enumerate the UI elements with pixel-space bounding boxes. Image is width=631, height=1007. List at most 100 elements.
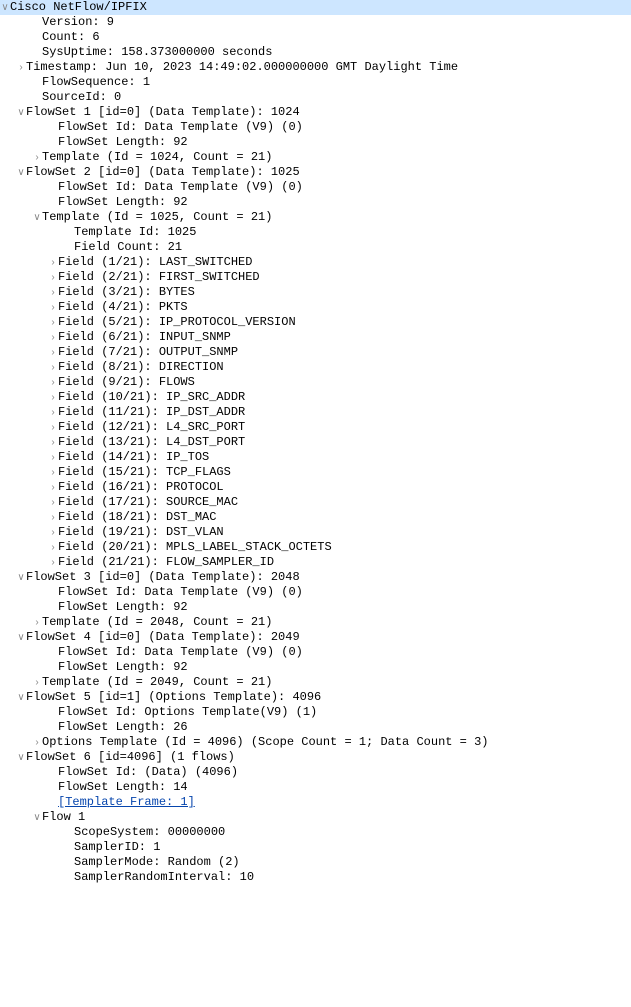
field-flowsequence: FlowSequence: 1 [0,75,631,90]
tree-label: Field (21/21): FLOW_SAMPLER_ID [58,555,274,570]
template-field[interactable]: ›Field (16/21): PROTOCOL [0,480,631,495]
expander-closed-icon[interactable]: › [48,450,58,465]
expander-closed-icon[interactable]: › [32,150,42,165]
flowset-length: FlowSet Length: 26 [0,720,631,735]
field-sourceid: SourceId: 0 [0,90,631,105]
expander-closed-icon[interactable]: › [48,465,58,480]
root-node[interactable]: ∨Cisco NetFlow/IPFIX [0,0,631,15]
template-field[interactable]: ›Field (18/21): DST_MAC [0,510,631,525]
template-frame-link[interactable]: [Template Frame: 1] [0,795,631,810]
flowset-id: FlowSet Id: Options Template(V9) (1) [0,705,631,720]
expander-closed-icon[interactable]: › [48,540,58,555]
template-node[interactable]: ›Template (Id = 2049, Count = 21) [0,675,631,690]
flow-scopesystem: ScopeSystem: 00000000 [0,825,631,840]
template-field[interactable]: ›Field (11/21): IP_DST_ADDR [0,405,631,420]
template-field[interactable]: ›Field (10/21): IP_SRC_ADDR [0,390,631,405]
expander-closed-icon[interactable]: › [48,420,58,435]
expander-open-icon[interactable]: ∨ [16,570,26,585]
flow-node[interactable]: ∨Flow 1 [0,810,631,825]
tree-label: Field Count: 21 [74,240,182,255]
expander-closed-icon[interactable]: › [48,360,58,375]
tree-label: Field (13/21): L4_DST_PORT [58,435,245,450]
expander-open-icon[interactable]: ∨ [0,0,10,15]
expander-closed-icon[interactable]: › [32,735,42,750]
expander-closed-icon[interactable]: › [48,495,58,510]
packet-tree: ∨Cisco NetFlow/IPFIXVersion: 9Count: 6Sy… [0,0,631,885]
flow-samplerinterval: SamplerRandomInterval: 10 [0,870,631,885]
expander-closed-icon[interactable]: › [48,330,58,345]
tree-label: FlowSet Length: 92 [58,600,188,615]
expander-closed-icon[interactable]: › [48,405,58,420]
flowset-6[interactable]: ∨FlowSet 6 [id=4096] (1 flows) [0,750,631,765]
template-field[interactable]: ›Field (12/21): L4_SRC_PORT [0,420,631,435]
tree-label: FlowSet 6 [id=4096] (1 flows) [26,750,235,765]
expander-closed-icon[interactable]: › [48,300,58,315]
flowset-2[interactable]: ∨FlowSet 2 [id=0] (Data Template): 1025 [0,165,631,180]
tree-label: Field (18/21): DST_MAC [58,510,216,525]
expander-open-icon[interactable]: ∨ [16,750,26,765]
template-frame-link[interactable]: [Template Frame: 1] [58,795,195,810]
template-field[interactable]: ›Field (19/21): DST_VLAN [0,525,631,540]
template-field[interactable]: ›Field (4/21): PKTS [0,300,631,315]
flowset-4[interactable]: ∨FlowSet 4 [id=0] (Data Template): 2049 [0,630,631,645]
expander-closed-icon[interactable]: › [48,270,58,285]
expander-closed-icon[interactable]: › [48,555,58,570]
tree-label: FlowSet 2 [id=0] (Data Template): 1025 [26,165,300,180]
flowset-length: FlowSet Length: 14 [0,780,631,795]
expander-closed-icon[interactable]: › [48,375,58,390]
expander-closed-icon[interactable]: › [48,315,58,330]
tree-label: Field (1/21): LAST_SWITCHED [58,255,252,270]
tree-label: Version: 9 [42,15,114,30]
template-field[interactable]: ›Field (17/21): SOURCE_MAC [0,495,631,510]
template-node[interactable]: ›Template (Id = 1024, Count = 21) [0,150,631,165]
template-node[interactable]: ›Template (Id = 2048, Count = 21) [0,615,631,630]
tree-label: Field (20/21): MPLS_LABEL_STACK_OCTETS [58,540,332,555]
expander-open-icon[interactable]: ∨ [16,690,26,705]
template-field[interactable]: ›Field (2/21): FIRST_SWITCHED [0,270,631,285]
template-field[interactable]: ›Field (21/21): FLOW_SAMPLER_ID [0,555,631,570]
expander-closed-icon[interactable]: › [48,435,58,450]
template-node[interactable]: ∨Template (Id = 1025, Count = 21) [0,210,631,225]
expander-open-icon[interactable]: ∨ [32,210,42,225]
template-field[interactable]: ›Field (13/21): L4_DST_PORT [0,435,631,450]
template-field[interactable]: ›Field (9/21): FLOWS [0,375,631,390]
expander-closed-icon[interactable]: › [48,390,58,405]
expander-open-icon[interactable]: ∨ [16,105,26,120]
options-template-node[interactable]: ›Options Template (Id = 4096) (Scope Cou… [0,735,631,750]
expander-closed-icon[interactable]: › [48,255,58,270]
flowset-5[interactable]: ∨FlowSet 5 [id=1] (Options Template): 40… [0,690,631,705]
tree-label: Field (4/21): PKTS [58,300,188,315]
expander-closed-icon[interactable]: › [48,480,58,495]
expander-closed-icon[interactable]: › [48,510,58,525]
expander-closed-icon[interactable]: › [48,345,58,360]
tree-label: Field (7/21): OUTPUT_SNMP [58,345,238,360]
tree-label: Template (Id = 2048, Count = 21) [42,615,272,630]
expander-open-icon[interactable]: ∨ [16,630,26,645]
template-field[interactable]: ›Field (15/21): TCP_FLAGS [0,465,631,480]
template-field[interactable]: ›Field (3/21): BYTES [0,285,631,300]
expander-closed-icon[interactable]: › [48,285,58,300]
template-field[interactable]: ›Field (7/21): OUTPUT_SNMP [0,345,631,360]
expander-closed-icon[interactable]: › [32,615,42,630]
flowset-1[interactable]: ∨FlowSet 1 [id=0] (Data Template): 1024 [0,105,631,120]
expander-closed-icon[interactable]: › [16,60,26,75]
tree-label: Flow 1 [42,810,85,825]
expander-closed-icon[interactable]: › [48,525,58,540]
flowset-length: FlowSet Length: 92 [0,600,631,615]
flowset-3[interactable]: ∨FlowSet 3 [id=0] (Data Template): 2048 [0,570,631,585]
template-field[interactable]: ›Field (1/21): LAST_SWITCHED [0,255,631,270]
template-field[interactable]: ›Field (14/21): IP_TOS [0,450,631,465]
expander-closed-icon[interactable]: › [32,675,42,690]
field-timestamp[interactable]: ›Timestamp: Jun 10, 2023 14:49:02.000000… [0,60,631,75]
tree-label: Field (2/21): FIRST_SWITCHED [58,270,260,285]
tree-label: Field (6/21): INPUT_SNMP [58,330,231,345]
tree-label: Field (10/21): IP_SRC_ADDR [58,390,245,405]
template-field[interactable]: ›Field (8/21): DIRECTION [0,360,631,375]
tree-label: FlowSet Length: 92 [58,195,188,210]
expander-open-icon[interactable]: ∨ [32,810,42,825]
flowset-id: FlowSet Id: Data Template (V9) (0) [0,585,631,600]
expander-open-icon[interactable]: ∨ [16,165,26,180]
template-field[interactable]: ›Field (20/21): MPLS_LABEL_STACK_OCTETS [0,540,631,555]
template-field[interactable]: ›Field (5/21): IP_PROTOCOL_VERSION [0,315,631,330]
template-field[interactable]: ›Field (6/21): INPUT_SNMP [0,330,631,345]
